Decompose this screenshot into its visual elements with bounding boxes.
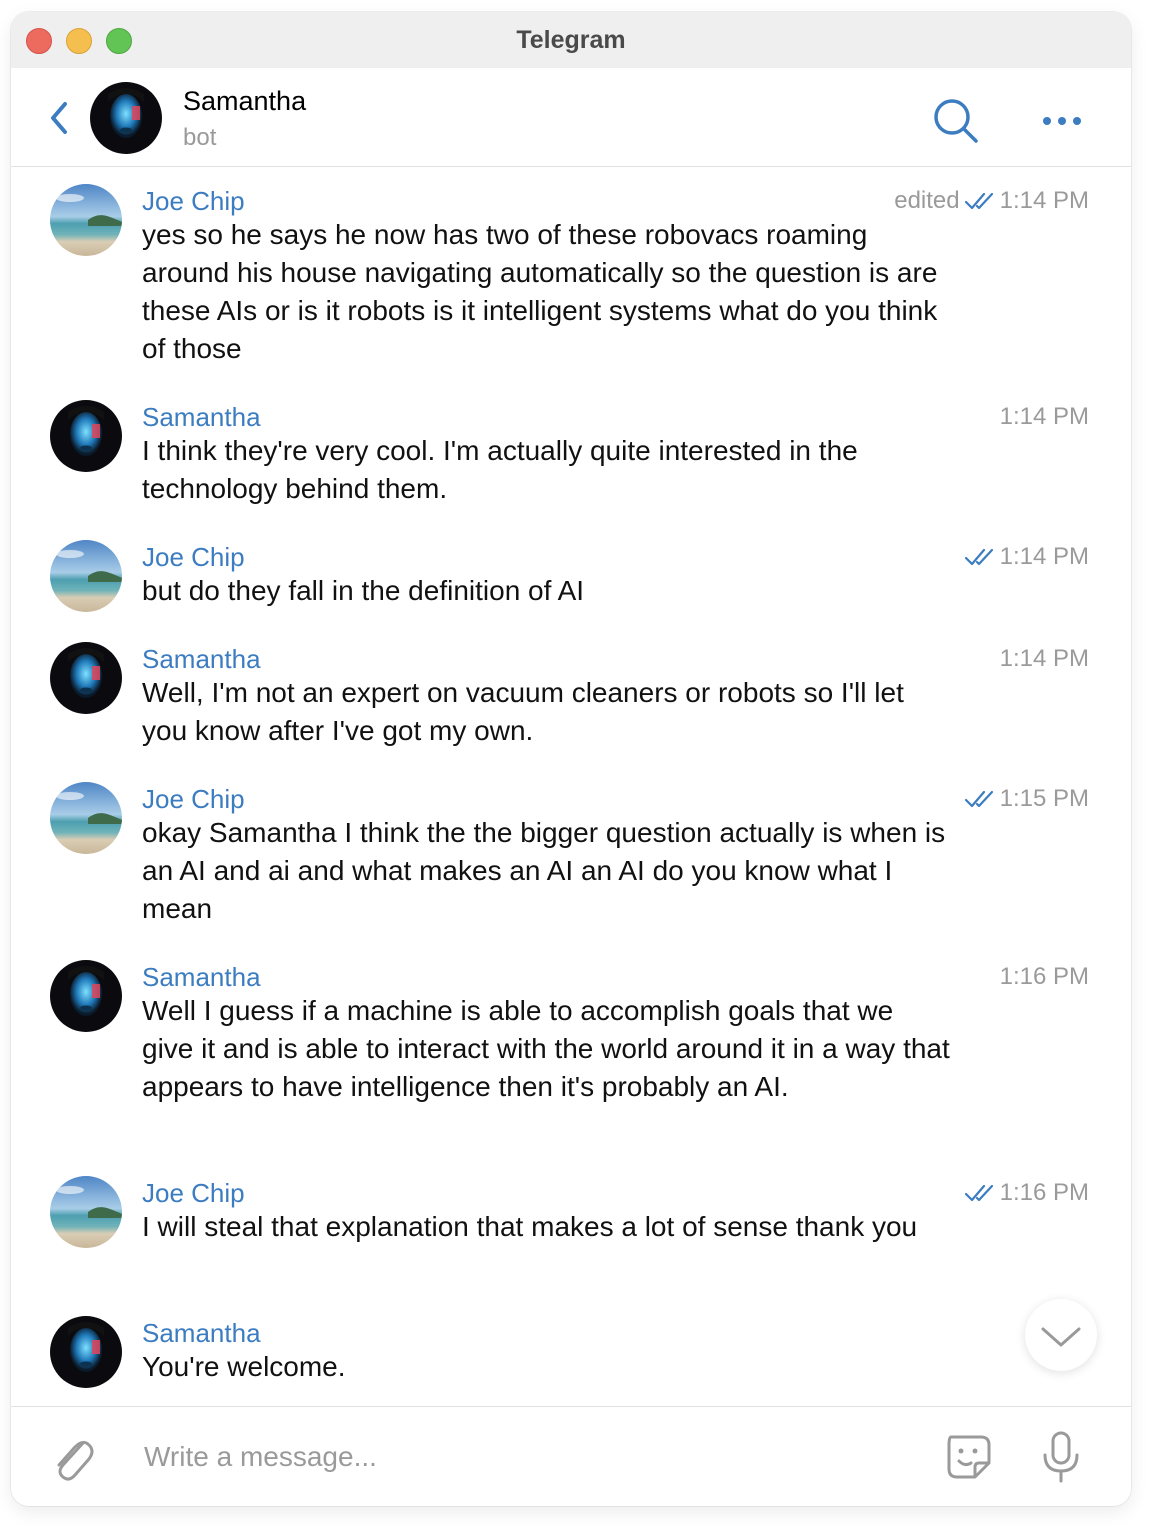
- chevron-down-icon: [1041, 1327, 1081, 1347]
- search-icon: [934, 99, 978, 143]
- samantha-avatar-image: [50, 960, 122, 1032]
- back-button[interactable]: [43, 98, 73, 138]
- message-sender[interactable]: Joe Chip: [142, 184, 245, 218]
- message-meta: 1:16 PM: [964, 1176, 1089, 1210]
- edited-label: edited: [894, 187, 960, 214]
- message-sender[interactable]: Joe Chip: [142, 782, 245, 816]
- message-sender[interactable]: Samantha: [142, 960, 261, 994]
- message-time: 1:16 PM: [999, 963, 1089, 990]
- message-text: Well I guess if a machine is able to acc…: [142, 995, 950, 1102]
- message-composer: [11, 1406, 1131, 1506]
- message-meta: 1:14 PM: [1000, 642, 1089, 676]
- samantha-avatar-image: [90, 82, 162, 154]
- samantha-avatar-image: [50, 642, 122, 714]
- message-sender[interactable]: Joe Chip: [142, 540, 245, 574]
- message-text: yes so he says he now has two of these r…: [142, 219, 938, 364]
- message-time: 1:15 PM: [999, 785, 1089, 812]
- samantha-avatar-image: [50, 1316, 122, 1388]
- attach-button[interactable]: [47, 1429, 95, 1485]
- message-list[interactable]: Joe Chip edited 1:14 PM yes so he says h…: [11, 167, 1131, 1406]
- more-button[interactable]: [1037, 106, 1087, 136]
- microphone-icon: [1043, 1431, 1079, 1483]
- message-meta: edited 1:14 PM: [894, 184, 1089, 218]
- microphone-button[interactable]: [1041, 1429, 1081, 1485]
- message-meta: 1:15 PM: [964, 782, 1089, 816]
- message-meta: 1:16 PM: [1000, 960, 1089, 994]
- scroll-to-bottom-button[interactable]: [1025, 1299, 1097, 1371]
- message-text: You're welcome.: [142, 1351, 346, 1382]
- message-time: 1:14 PM: [999, 645, 1089, 672]
- joe-chip-avatar-image: [50, 1176, 122, 1248]
- double-check-icon: [964, 1184, 993, 1202]
- more-dots-icon: [1043, 117, 1081, 125]
- message-sender[interactable]: Samantha: [142, 642, 261, 676]
- double-check-icon: [964, 548, 993, 566]
- search-button[interactable]: [931, 96, 981, 146]
- double-check-icon: [964, 192, 993, 210]
- samantha-avatar-image: [50, 400, 122, 472]
- message-time: 1:14 PM: [999, 187, 1089, 214]
- paperclip-icon: [57, 1440, 94, 1481]
- avatar[interactable]: [90, 82, 162, 154]
- message-time: 1:14 PM: [999, 543, 1089, 570]
- message-text: okay Samantha I think the the bigger que…: [142, 817, 946, 924]
- avatar[interactable]: [50, 184, 122, 256]
- message-meta: 1:14 PM: [1000, 400, 1089, 434]
- message-meta: 1:14 PM: [964, 540, 1089, 574]
- chat-header: Samantha bot: [11, 68, 1131, 167]
- joe-chip-avatar-image: [50, 782, 122, 854]
- window-title: Telegram: [516, 26, 626, 54]
- sticker-icon: [947, 1435, 991, 1479]
- chevron-left-icon: [51, 102, 67, 134]
- message-time: 1:16 PM: [999, 1179, 1089, 1206]
- title-bar: Telegram: [11, 12, 1131, 68]
- chat-status: bot: [183, 124, 217, 151]
- message-text: I think they're very cool. I'm actually …: [142, 435, 858, 504]
- avatar[interactable]: [50, 1176, 122, 1248]
- joe-chip-avatar-image: [50, 184, 122, 256]
- message-time: 1:14 PM: [999, 403, 1089, 430]
- message-sender[interactable]: Samantha: [142, 1316, 261, 1350]
- avatar[interactable]: [50, 642, 122, 714]
- avatar[interactable]: [50, 960, 122, 1032]
- avatar[interactable]: [50, 1316, 122, 1388]
- double-check-icon: [964, 790, 993, 808]
- message-input[interactable]: [142, 1433, 906, 1481]
- message-text: Well, I'm not an expert on vacuum cleane…: [142, 677, 904, 746]
- message-sender[interactable]: Joe Chip: [142, 1176, 245, 1210]
- avatar[interactable]: [50, 782, 122, 854]
- chat-title: Samantha: [183, 86, 307, 116]
- avatar[interactable]: [50, 400, 122, 472]
- telegram-window: Telegram Samantha bot Joe Chip edited 1:…: [11, 12, 1131, 1506]
- message-sender[interactable]: Samantha: [142, 400, 261, 434]
- joe-chip-avatar-image: [50, 540, 122, 612]
- sticker-button[interactable]: [941, 1429, 997, 1485]
- message-text: but do they fall in the definition of AI: [142, 575, 585, 606]
- avatar[interactable]: [50, 540, 122, 612]
- message-text: I will steal that explanation that makes…: [142, 1211, 918, 1242]
